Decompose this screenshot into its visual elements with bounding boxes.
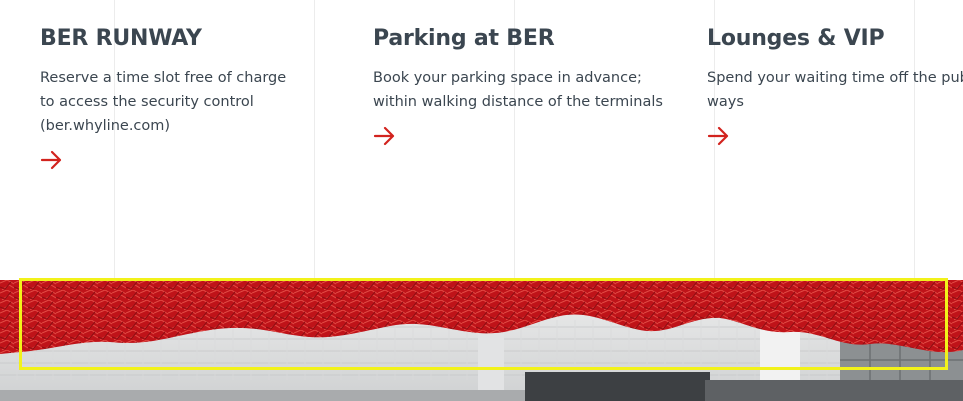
arrow-right-icon[interactable] <box>707 124 731 148</box>
terminal-hero-image <box>0 280 963 401</box>
card-title: BER RUNWAY <box>40 26 202 51</box>
teaser-card-parking: Parking at BER Book your parking space i… <box>373 24 663 148</box>
terminal-ceiling-illustration <box>0 280 963 401</box>
card-title: Parking at BER <box>373 26 555 51</box>
teaser-card-ber-runway: BER RUNWAY Reserve a time slot free of c… <box>40 24 330 172</box>
card-description: Book your parking space in advance; with… <box>373 70 663 110</box>
card-description: Reserve a time slot free of charge to ac… <box>40 70 287 134</box>
arrow-right-icon[interactable] <box>373 124 397 148</box>
card-title: Lounges & VIP <box>707 26 885 51</box>
card-description: Spend your waiting time off the public w… <box>707 70 963 110</box>
arrow-right-icon[interactable] <box>40 148 64 172</box>
teaser-card-lounges: Lounges & VIP Spend your waiting time of… <box>707 24 963 148</box>
